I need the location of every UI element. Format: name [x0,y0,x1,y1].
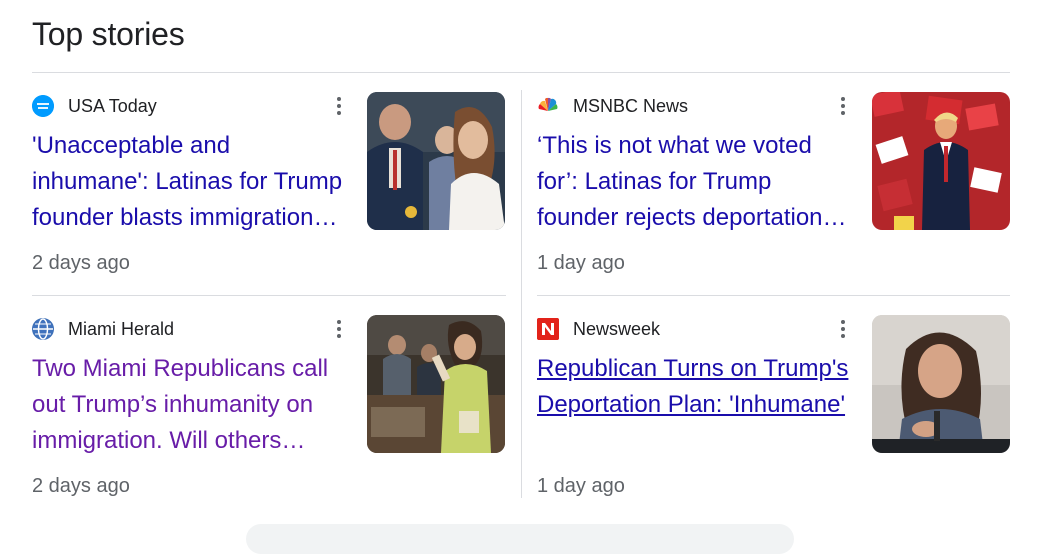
source-row[interactable]: Miami Herald [32,317,174,341]
kebab-dot [841,97,845,101]
source-name: Miami Herald [68,318,175,339]
kebab-dot [841,104,845,108]
kebab-dot [337,97,341,101]
usa-today-logo-icon [32,95,54,117]
story-card-miami-herald[interactable]: Miami Herald Two Miami Republicans call … [32,315,506,515]
kebab-dot [841,327,845,331]
story-thumbnail[interactable] [872,92,1010,230]
kebab-dot [337,111,341,115]
more-options-button[interactable] [831,315,855,343]
row-divider-right [537,295,1010,296]
more-options-button[interactable] [327,92,351,120]
story-headline[interactable]: Republican Turns on Trump's Deportation … [537,351,857,423]
kebab-dot [841,111,845,115]
story-card-msnbc[interactable]: MSNBC News ‘This is not what we voted fo… [537,92,1011,292]
source-row[interactable]: MSNBC News [537,94,688,118]
row-divider-left [32,295,506,296]
story-time: 1 day ago [537,475,625,497]
kebab-dot [337,320,341,324]
newsweek-logo-icon [537,318,559,340]
story-time: 2 days ago [32,252,130,274]
source-row[interactable]: Newsweek [537,317,660,341]
source-name: Newsweek [573,318,661,339]
story-thumbnail[interactable] [367,315,505,453]
more-options-button[interactable] [831,92,855,120]
source-name: MSNBC News [573,95,689,116]
top-divider [32,72,1010,73]
story-thumbnail[interactable] [367,92,505,230]
story-card-newsweek[interactable]: Newsweek Republican Turns on Trump's Dep… [537,315,1011,515]
source-row[interactable]: USA Today [32,94,157,118]
source-name: USA Today [68,95,157,116]
more-news-button[interactable] [246,524,794,554]
story-headline[interactable]: 'Unacceptable and inhumane': Latinas for… [32,128,352,236]
kebab-dot [337,104,341,108]
kebab-dot [841,320,845,324]
story-thumbnail[interactable] [872,315,1010,453]
column-divider [521,90,522,498]
more-options-button[interactable] [327,315,351,343]
story-headline[interactable]: Two Miami Republicans call out Trump’s i… [32,351,352,459]
story-time: 1 day ago [537,252,625,274]
story-time: 2 days ago [32,475,130,497]
kebab-dot [337,327,341,331]
story-headline[interactable]: ‘This is not what we voted for’: Latinas… [537,128,857,236]
kebab-dot [337,334,341,338]
story-card-usa-today[interactable]: USA Today 'Unacceptable and inhumane': L… [32,92,506,292]
top-stories-title: Top stories [32,16,185,52]
nbc-peacock-logo-icon [537,95,559,117]
globe-icon [32,318,54,340]
kebab-dot [841,334,845,338]
